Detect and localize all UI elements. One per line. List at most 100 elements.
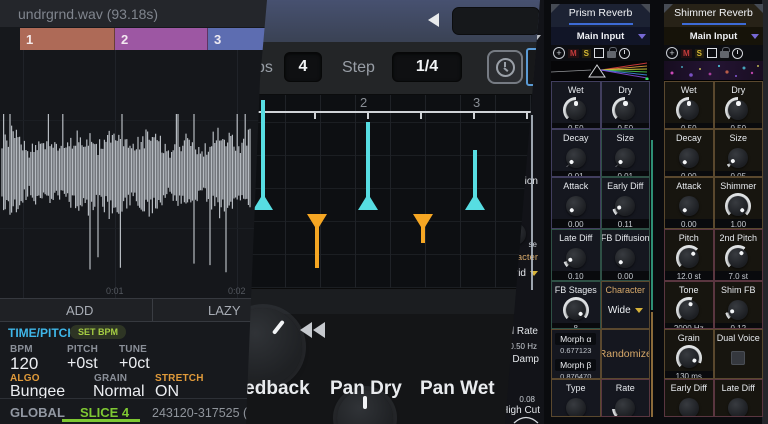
seq-marker[interactable]	[307, 214, 327, 268]
pitch-value[interactable]: +0st	[67, 355, 98, 373]
shimmer-knob[interactable]	[725, 193, 751, 219]
slice-range: 243120-317525 (	[152, 406, 247, 420]
bpm-value[interactable]: 120	[10, 354, 38, 374]
panel-edge-line	[651, 140, 653, 310]
late-diff-knob[interactable]	[563, 245, 589, 271]
seq-marker[interactable]	[413, 214, 433, 243]
mute-button[interactable]: M	[568, 49, 579, 58]
attack-knob[interactable]	[676, 193, 702, 219]
shim-fb-cell: Shim FB0.12	[714, 281, 764, 329]
title-underline	[569, 23, 633, 25]
pan-dry-label: Pan Dry	[330, 378, 402, 400]
power-icon[interactable]	[732, 48, 743, 59]
slice-bar: 1 2 3	[20, 28, 268, 50]
morph-b-label[interactable]: Morph β	[555, 359, 596, 371]
tab-global[interactable]: GLOBAL	[10, 405, 65, 420]
time-pitch-section: TIME/PITCH SET BPM BPM PITCH TUNE 120 +0…	[0, 322, 268, 398]
fb-diffusion-knob[interactable]	[612, 245, 638, 271]
rate-knob[interactable]	[612, 395, 638, 418]
wet-knob[interactable]	[563, 97, 589, 123]
plugin-header[interactable]: Prism Reverb	[551, 4, 650, 27]
set-bpm-button[interactable]: SET BPM	[70, 325, 126, 339]
randomize-button[interactable]: Randomize	[602, 330, 650, 378]
type-knob[interactable]	[563, 395, 589, 418]
fb-stages-knob[interactable]	[563, 297, 589, 323]
fb-diffusion-cell: FB Diffusion0.00	[601, 229, 651, 281]
early-diff-knob[interactable]	[676, 395, 702, 418]
early-diff-cell: Early Diff	[664, 379, 714, 417]
select-box-icon[interactable]	[707, 48, 717, 58]
sequencer-footer: Amp: 14% Feed: 100% Local	[238, 288, 542, 314]
second-pitch-knob[interactable]	[725, 245, 751, 271]
solo-button[interactable]: S	[695, 49, 704, 58]
attack-cell: Attack0.00	[664, 177, 714, 229]
title-underline	[682, 23, 746, 25]
decay-knob[interactable]	[563, 145, 589, 171]
seq-marker[interactable]	[465, 150, 485, 210]
solo-button[interactable]: S	[582, 49, 591, 58]
select-box-icon[interactable]	[594, 48, 604, 58]
input-dropdown[interactable]: Main Input	[664, 27, 763, 45]
sample-title: undrgrnd.wav (93.18s)	[18, 6, 158, 22]
add-icon[interactable]: +	[553, 47, 565, 59]
wave-time: 0:02	[228, 286, 246, 296]
slice-segment-1[interactable]: 1	[20, 28, 115, 50]
wet-knob[interactable]	[676, 97, 702, 123]
lazy-button[interactable]: LAZY	[208, 303, 241, 318]
power-icon[interactable]	[619, 48, 630, 59]
shimmer-cell: Shimmer1.00	[714, 177, 764, 229]
mod-rate-value: 0.50 Hz	[509, 342, 537, 351]
tone-knob[interactable]	[676, 297, 702, 323]
screenshot-collage: Diffusion se Character Grid Mod Rate 0.5…	[0, 0, 768, 424]
slice-segment-2[interactable]: 2	[115, 28, 208, 50]
dual-voice-checkbox[interactable]	[731, 351, 745, 365]
size-knob[interactable]	[612, 145, 638, 171]
early-diff-knob[interactable]	[612, 193, 638, 219]
wet-cell: Wet0.50	[551, 81, 601, 129]
tab-slice-4[interactable]: SLICE 4	[80, 405, 129, 420]
tone-cell: Tone2000 Hz	[664, 281, 714, 329]
attack-knob[interactable]	[563, 193, 589, 219]
plugin-header[interactable]: Shimmer Reverb	[664, 4, 763, 27]
prism-reverb-panel: Prism Reverb Main Input + M S	[551, 4, 650, 417]
add-button[interactable]: ADD	[66, 303, 93, 318]
decay-knob[interactable]	[676, 145, 702, 171]
late-diff-cell: Late Diff	[714, 379, 764, 417]
dry-knob[interactable]	[612, 97, 638, 123]
pitch-knob[interactable]	[676, 245, 702, 271]
shimmer-reverb-panel: Shimmer Reverb Main Input + M S	[664, 4, 763, 417]
prism-knob-grid: Wet0.50 Dry0.50 Decay0.01 Size0.01 Attac…	[551, 81, 650, 417]
mute-button[interactable]: M	[681, 49, 692, 58]
scrollbar[interactable]	[531, 115, 533, 290]
time-pitch-tab[interactable]: TIME/PITCH	[8, 326, 76, 340]
dry-knob[interactable]	[725, 97, 751, 123]
character-dropdown[interactable]: Wide	[608, 305, 643, 316]
shim-fb-knob[interactable]	[725, 297, 751, 323]
morph-a-value: 0.677123	[560, 346, 591, 355]
active-tab-underline	[62, 419, 140, 422]
rewind-icon[interactable]	[300, 322, 325, 338]
late-diff-cell: Late Diff0.10	[551, 229, 601, 281]
seq-marker[interactable]	[358, 122, 378, 210]
lock-icon[interactable]	[720, 51, 729, 58]
shimmer-knob-grid: Wet0.50 Dry0.50 Decay0.00 Size0.05 Attac…	[664, 81, 763, 417]
add-icon[interactable]: +	[666, 47, 678, 59]
slice-actions-row: ADD LAZY	[0, 298, 268, 322]
slice-segment-3[interactable]: 3	[208, 28, 268, 50]
waveform-area: 0:01 0:02	[0, 50, 268, 298]
reverb-rack: Prism Reverb Main Input + M S	[544, 0, 768, 424]
plugin-icon-row: + M S	[664, 45, 763, 61]
pitch-cell: Pitch12.0 st	[664, 229, 714, 281]
grain-knob[interactable]	[676, 345, 702, 371]
input-dropdown[interactable]: Main Input	[551, 27, 650, 45]
lock-icon[interactable]	[607, 51, 616, 58]
waveform[interactable]	[0, 50, 252, 298]
hi-damp-value: 0.08	[519, 395, 535, 404]
late-diff-knob[interactable]	[725, 395, 751, 418]
wet-cell: Wet0.50	[664, 81, 714, 129]
attack-cell: Attack0.00	[551, 177, 601, 229]
morph-a-label[interactable]: Morph α	[555, 333, 596, 345]
tune-value[interactable]: +0ct	[119, 355, 150, 373]
size-knob[interactable]	[725, 145, 751, 171]
prism-artwork	[551, 61, 650, 81]
